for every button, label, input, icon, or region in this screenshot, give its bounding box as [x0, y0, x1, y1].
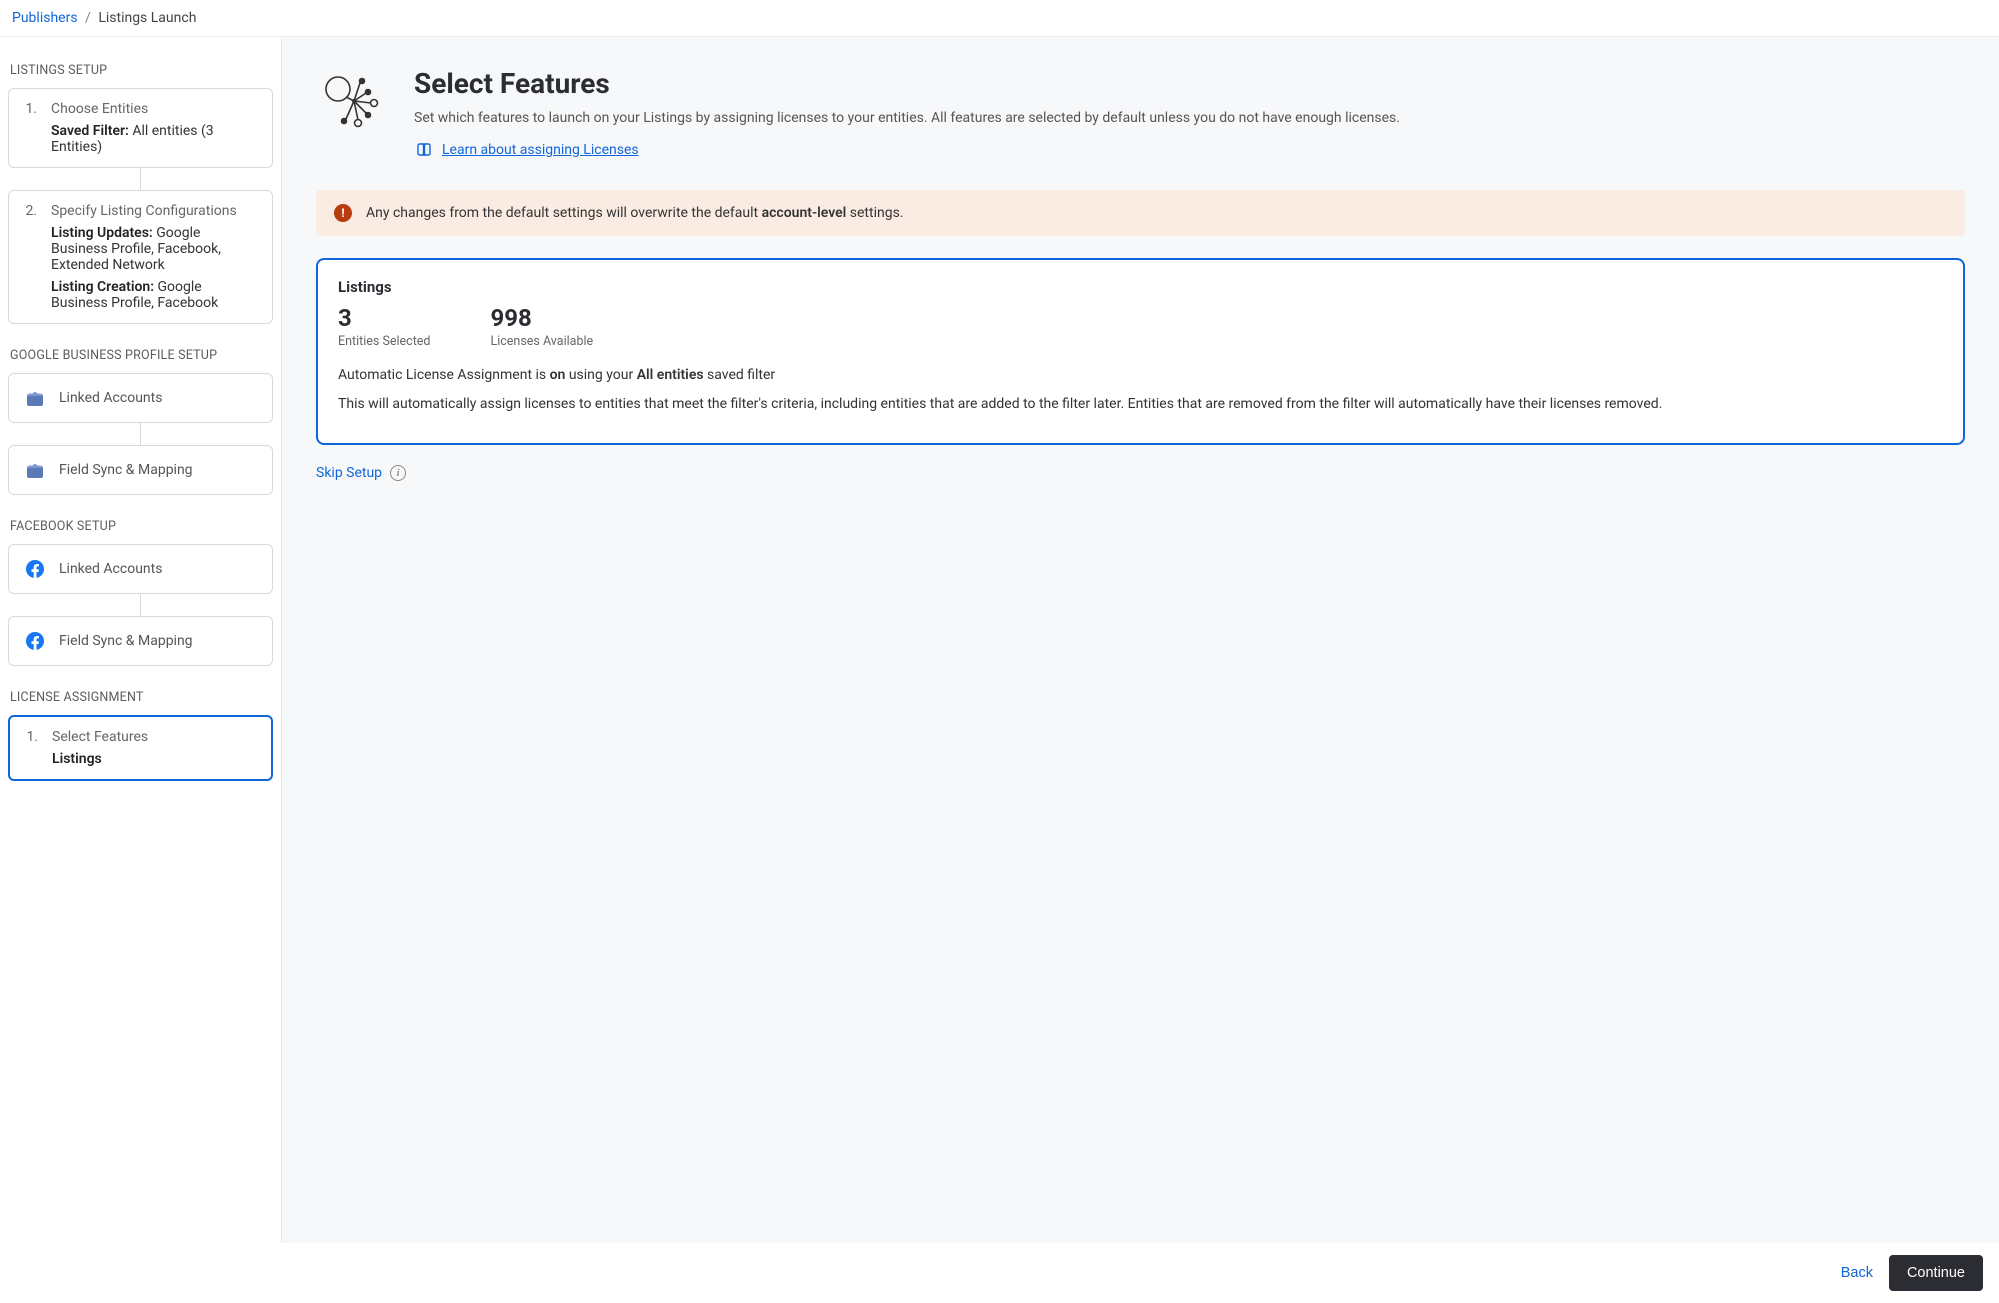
step-number: 2. — [23, 203, 37, 219]
learn-licenses-link[interactable]: Learn about assigning Licenses — [414, 140, 639, 160]
sidebar-item-label: Field Sync & Mapping — [59, 462, 193, 478]
section-label-gbp-setup: GOOGLE BUSINESS PROFILE SETUP — [10, 348, 273, 363]
sidebar-item-label: Field Sync & Mapping — [59, 633, 193, 649]
sidebar-item-label: Linked Accounts — [59, 561, 162, 577]
step-title: Specify Listing Configurations — [51, 203, 237, 219]
auto-assignment-description: This will automatically assign licenses … — [338, 394, 1943, 415]
step-number: 1. — [23, 101, 37, 117]
sidebar-item-fb-field-sync[interactable]: Field Sync & Mapping — [8, 616, 273, 666]
info-icon[interactable]: i — [390, 465, 406, 481]
breadcrumb-parent-link[interactable]: Publishers — [12, 10, 78, 26]
sidebar-item-gbp-field-sync[interactable]: Field Sync & Mapping — [8, 445, 273, 495]
step-title: Select Features — [52, 729, 148, 745]
skip-setup-link[interactable]: Skip Setup — [316, 465, 382, 481]
continue-button[interactable]: Continue — [1889, 1255, 1983, 1291]
sidebar: LISTINGS SETUP 1. Choose Entities Saved … — [0, 37, 282, 1296]
step-title: Choose Entities — [51, 101, 148, 117]
breadcrumb-current: Listings Launch — [98, 10, 196, 26]
entities-count: 3 — [338, 304, 430, 332]
step-detail: Listing Updates: Google Business Profile… — [51, 225, 258, 273]
entities-label: Entities Selected — [338, 334, 430, 349]
sidebar-item-label: Linked Accounts — [59, 390, 162, 406]
stat-entities: 3 Entities Selected — [338, 304, 430, 349]
warning-icon: ! — [334, 204, 352, 222]
step-detail: Listing Creation: Google Business Profil… — [51, 279, 258, 311]
warning-text: Any changes from the default settings wi… — [366, 205, 904, 221]
licenses-count: 998 — [490, 304, 593, 332]
stat-licenses: 998 Licenses Available — [490, 304, 593, 349]
card-title: Listings — [338, 278, 1943, 296]
page-title: Select Features — [414, 67, 1400, 100]
section-label-listings-setup: LISTINGS SETUP — [10, 63, 273, 78]
step-detail: Listings — [52, 751, 257, 767]
footer: Back Continue — [0, 1243, 1999, 1303]
listings-card: Listings 3 Entities Selected 998 License… — [316, 258, 1965, 445]
facebook-icon — [25, 559, 45, 579]
back-button[interactable]: Back — [1841, 1265, 1873, 1281]
auto-assignment-line: Automatic License Assignment is on using… — [338, 365, 1943, 386]
step-choose-entities[interactable]: 1. Choose Entities Saved Filter: All ent… — [8, 88, 273, 168]
sidebar-item-gbp-linked-accounts[interactable]: Linked Accounts — [8, 373, 273, 423]
section-label-license: LICENSE ASSIGNMENT — [10, 690, 273, 705]
sidebar-item-fb-linked-accounts[interactable]: Linked Accounts — [8, 544, 273, 594]
breadcrumb: Publishers / Listings Launch — [0, 0, 1999, 37]
main-content: Select Features Set which features to la… — [282, 37, 1999, 1296]
warning-banner: ! Any changes from the default settings … — [316, 190, 1965, 236]
licenses-label: Licenses Available — [490, 334, 593, 349]
book-icon — [414, 140, 434, 160]
facebook-icon — [25, 631, 45, 651]
google-business-icon — [25, 388, 45, 408]
step-specify-configurations[interactable]: 2. Specify Listing Configurations Listin… — [8, 190, 273, 324]
page-description: Set which features to launch on your Lis… — [414, 110, 1400, 126]
section-label-fb-setup: FACEBOOK SETUP — [10, 519, 273, 534]
step-number: 1. — [24, 729, 38, 745]
breadcrumb-separator: / — [85, 10, 91, 26]
learn-link-label: Learn about assigning Licenses — [442, 142, 639, 158]
step-select-features[interactable]: 1. Select Features Listings — [8, 715, 273, 781]
network-graph-icon — [316, 67, 388, 143]
step-detail: Saved Filter: All entities (3 Entities) — [51, 123, 258, 155]
google-business-icon — [25, 460, 45, 480]
